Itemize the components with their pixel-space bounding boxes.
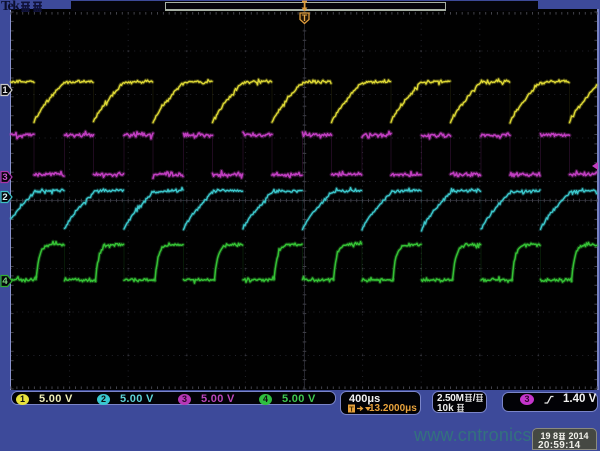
svg-text:4: 4: [2, 276, 8, 287]
svg-text:T: T: [349, 405, 354, 414]
svg-text:2: 2: [2, 192, 7, 203]
svg-text:1: 1: [2, 85, 8, 96]
svg-text:T: T: [302, 13, 308, 23]
svg-text:3: 3: [2, 172, 7, 183]
